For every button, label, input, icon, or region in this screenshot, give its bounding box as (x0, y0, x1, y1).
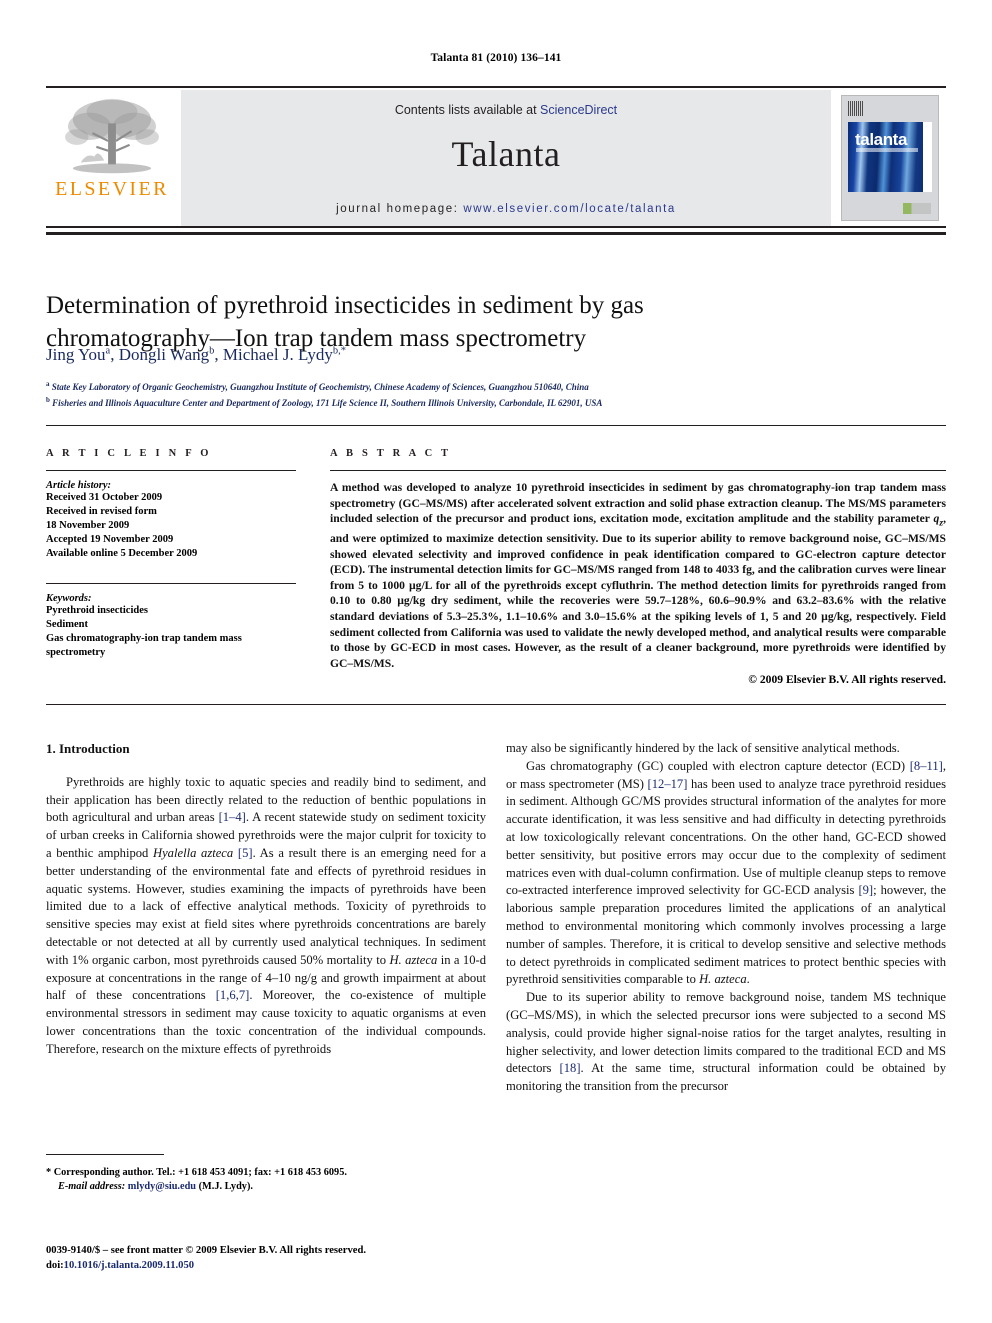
article-info-heading: A R T I C L E I N F O (46, 448, 212, 459)
body-column-right: may also be significantly hindered by th… (506, 740, 946, 1096)
keyword-item: Sediment (46, 619, 88, 630)
affiliation-b: b Fisheries and Illinois Aquaculture Cen… (46, 395, 603, 408)
keywords-label: Keywords: (46, 593, 92, 604)
doi-line: doi:10.1016/j.talanta.2009.11.050 (46, 1258, 506, 1273)
sciencedirect-link[interactable]: ScienceDirect (540, 103, 617, 117)
email-link[interactable]: mlydy@siu.edu (128, 1181, 196, 1192)
corresponding-author-note: * Corresponding author. Tel.: +1 618 453… (46, 1167, 347, 1178)
keywords-list: Pyrethroid insecticides Sediment Gas chr… (46, 604, 296, 660)
journal-article-page: Talanta 81 (2010) 136–141 ELSEVIER Conte… (0, 0, 992, 1323)
abstract-heading: A B S T R A C T (330, 448, 452, 459)
issn-copyright-block: 0039-9140/$ – see front matter © 2009 El… (46, 1243, 506, 1273)
journal-cover-container: talanta (834, 90, 946, 226)
homepage-prefix: journal homepage: (336, 203, 464, 215)
paragraph: may also be significantly hindered by th… (506, 741, 900, 755)
abstract-divider (330, 470, 946, 471)
journal-homepage-line: journal homepage: www.elsevier.com/locat… (181, 203, 831, 215)
footnote-rule (46, 1154, 164, 1155)
email-owner: (M.J. Lydy). (198, 1181, 253, 1192)
article-history-label: Article history: (46, 480, 112, 491)
paragraph: Pyrethroids are highly toxic to aquatic … (46, 774, 486, 1056)
abstract-column: A B S T R A C T A method was developed t… (330, 448, 946, 688)
history-item: 18 November 2009 (46, 520, 130, 531)
affiliation-a-text: State Key Laboratory of Organic Geochemi… (51, 382, 589, 392)
history-item: Received 31 October 2009 (46, 492, 163, 503)
journal-cover-thumbnail: talanta (841, 95, 939, 221)
affiliation-a: a State Key Laboratory of Organic Geoche… (46, 380, 589, 392)
article-info-divider (46, 470, 296, 471)
keyword-item: Gas chromatography-ion trap tandem mass (46, 633, 242, 644)
journal-title: Talanta (451, 134, 561, 174)
section-heading-introduction: 1. Introduction (46, 741, 130, 756)
history-item: Received in revised form (46, 506, 157, 517)
paragraph: Due to its superior ability to remove ba… (506, 990, 947, 1094)
history-item: Available online 5 December 2009 (46, 548, 198, 559)
keyword-item: Pyrethroid insecticides (46, 605, 148, 616)
abstract-copyright: © 2009 Elsevier B.V. All rights reserved… (748, 673, 946, 687)
history-item: Accepted 19 November 2009 (46, 534, 174, 545)
cover-publisher-logo (903, 203, 931, 214)
cover-journal-name: talanta (855, 130, 907, 149)
elsevier-tree-icon (65, 98, 159, 174)
journal-homepage-link[interactable]: www.elsevier.com/locate/talanta (463, 203, 676, 215)
elsevier-wordmark: ELSEVIER (55, 178, 169, 200)
article-info-column: A R T I C L E I N F O Article history: R… (46, 448, 296, 660)
article-history-list: Received 31 October 2009 Received in rev… (46, 491, 296, 561)
footnote-block: * Corresponding author. Tel.: +1 618 453… (46, 1166, 486, 1194)
author-list: Jing Youa, Dongli Wangb, Michael J. Lydy… (46, 345, 347, 364)
masthead-bottom-rule (46, 232, 946, 235)
issn-line: 0039-9140/$ – see front matter © 2009 El… (46, 1245, 366, 1256)
journal-masthead: ELSEVIER Contents lists available at Sci… (46, 86, 946, 228)
cover-subtitle-bar (856, 148, 918, 152)
running-head: Talanta 81 (2010) 136–141 (430, 52, 562, 64)
keywords-divider (46, 583, 296, 584)
body-column-left: 1. Introduction Pyrethroids are highly t… (46, 740, 486, 1059)
doi-link[interactable]: 10.1016/j.talanta.2009.11.050 (64, 1260, 194, 1271)
paragraph: Gas chromatography (GC) coupled with ele… (506, 758, 946, 987)
email-note: E-mail address: mlydy@siu.edu (M.J. Lydy… (46, 1180, 486, 1194)
masthead-center-band: Contents lists available at ScienceDirec… (181, 90, 831, 226)
qr-code-icon (848, 101, 863, 116)
affiliations: a State Key Laboratory of Organic Geoche… (46, 378, 946, 409)
doi-label: doi: (46, 1260, 64, 1271)
affiliation-b-text: Fisheries and Illinois Aquaculture Cente… (52, 397, 603, 408)
contents-available-line: Contents lists available at ScienceDirec… (181, 103, 831, 117)
keyword-item: spectrometry (46, 647, 106, 658)
abstract-text: A method was developed to analyze 10 pyr… (330, 481, 946, 670)
elsevier-logo: ELSEVIER (46, 90, 178, 226)
email-label: E-mail address: (58, 1181, 126, 1192)
contents-prefix: Contents lists available at (394, 103, 541, 117)
